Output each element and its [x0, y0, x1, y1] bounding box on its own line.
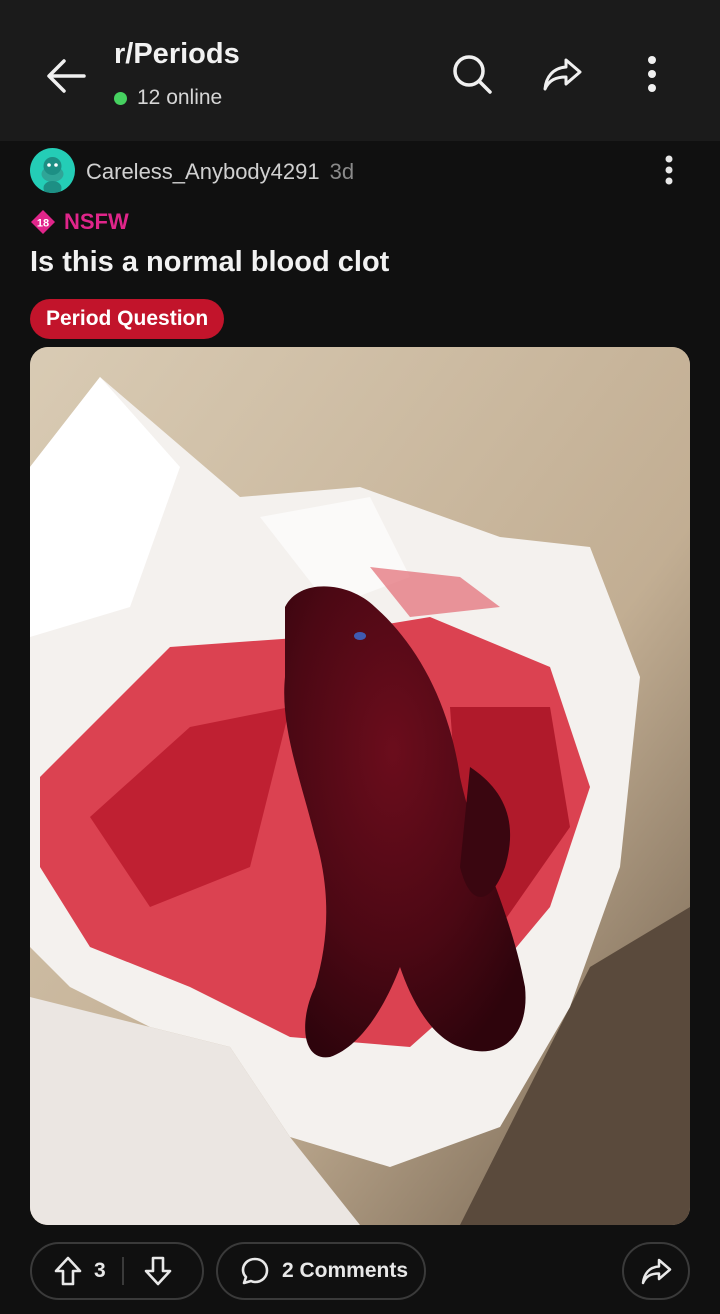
search-button[interactable] — [446, 48, 498, 100]
more-vertical-icon — [648, 56, 656, 92]
share-post-button[interactable] — [622, 1242, 690, 1300]
top-bar: r/Periods 12 online — [0, 0, 720, 141]
nsfw-label: NSFW — [64, 209, 129, 234]
online-label: 12 online — [137, 86, 223, 109]
share-button[interactable] — [536, 48, 588, 100]
snoo-avatar-icon — [41, 157, 64, 193]
downvote-icon — [144, 1256, 172, 1286]
downvote-button[interactable] — [132, 1244, 184, 1298]
nsfw-18-icon: 18 — [31, 210, 55, 234]
vote-score: 3 — [94, 1259, 106, 1282]
upvote-icon — [54, 1256, 82, 1286]
more-vertical-icon — [665, 155, 673, 185]
vote-bar: 3 — [30, 1242, 204, 1300]
online-count: 12 online — [114, 86, 222, 110]
post-title[interactable]: Is this a normal blood clot — [30, 246, 389, 279]
nsfw-badge-text: 18 — [37, 218, 49, 230]
post-author[interactable]: Careless_Anybody4291 3d — [86, 159, 354, 185]
subreddit-name[interactable]: r/Periods — [114, 38, 240, 71]
nsfw-tag: 18 NSFW — [30, 209, 129, 235]
upvote-button[interactable] — [42, 1244, 94, 1298]
post-options-button[interactable] — [654, 152, 684, 188]
back-arrow-icon — [47, 59, 86, 93]
post-flair[interactable]: Period Question — [30, 299, 225, 339]
post-header: Careless_Anybody4291 3d — [30, 146, 690, 194]
avatar[interactable] — [30, 148, 75, 193]
vote-divider — [122, 1257, 124, 1285]
comment-icon — [241, 1257, 269, 1285]
search-icon — [453, 55, 492, 94]
overflow-menu-button[interactable] — [626, 48, 678, 100]
online-indicator — [114, 91, 127, 105]
comments-button[interactable]: 2 Comments — [216, 1242, 426, 1300]
image-illustration — [30, 347, 690, 1225]
share-icon — [641, 1258, 672, 1285]
author-name[interactable]: Careless_Anybody4291 — [86, 159, 320, 184]
post-age: 3d — [329, 159, 355, 184]
share-icon — [543, 58, 582, 91]
comments-count: 2 Comments — [282, 1259, 409, 1282]
back-button[interactable] — [40, 50, 92, 102]
post-image[interactable] — [30, 347, 690, 1225]
